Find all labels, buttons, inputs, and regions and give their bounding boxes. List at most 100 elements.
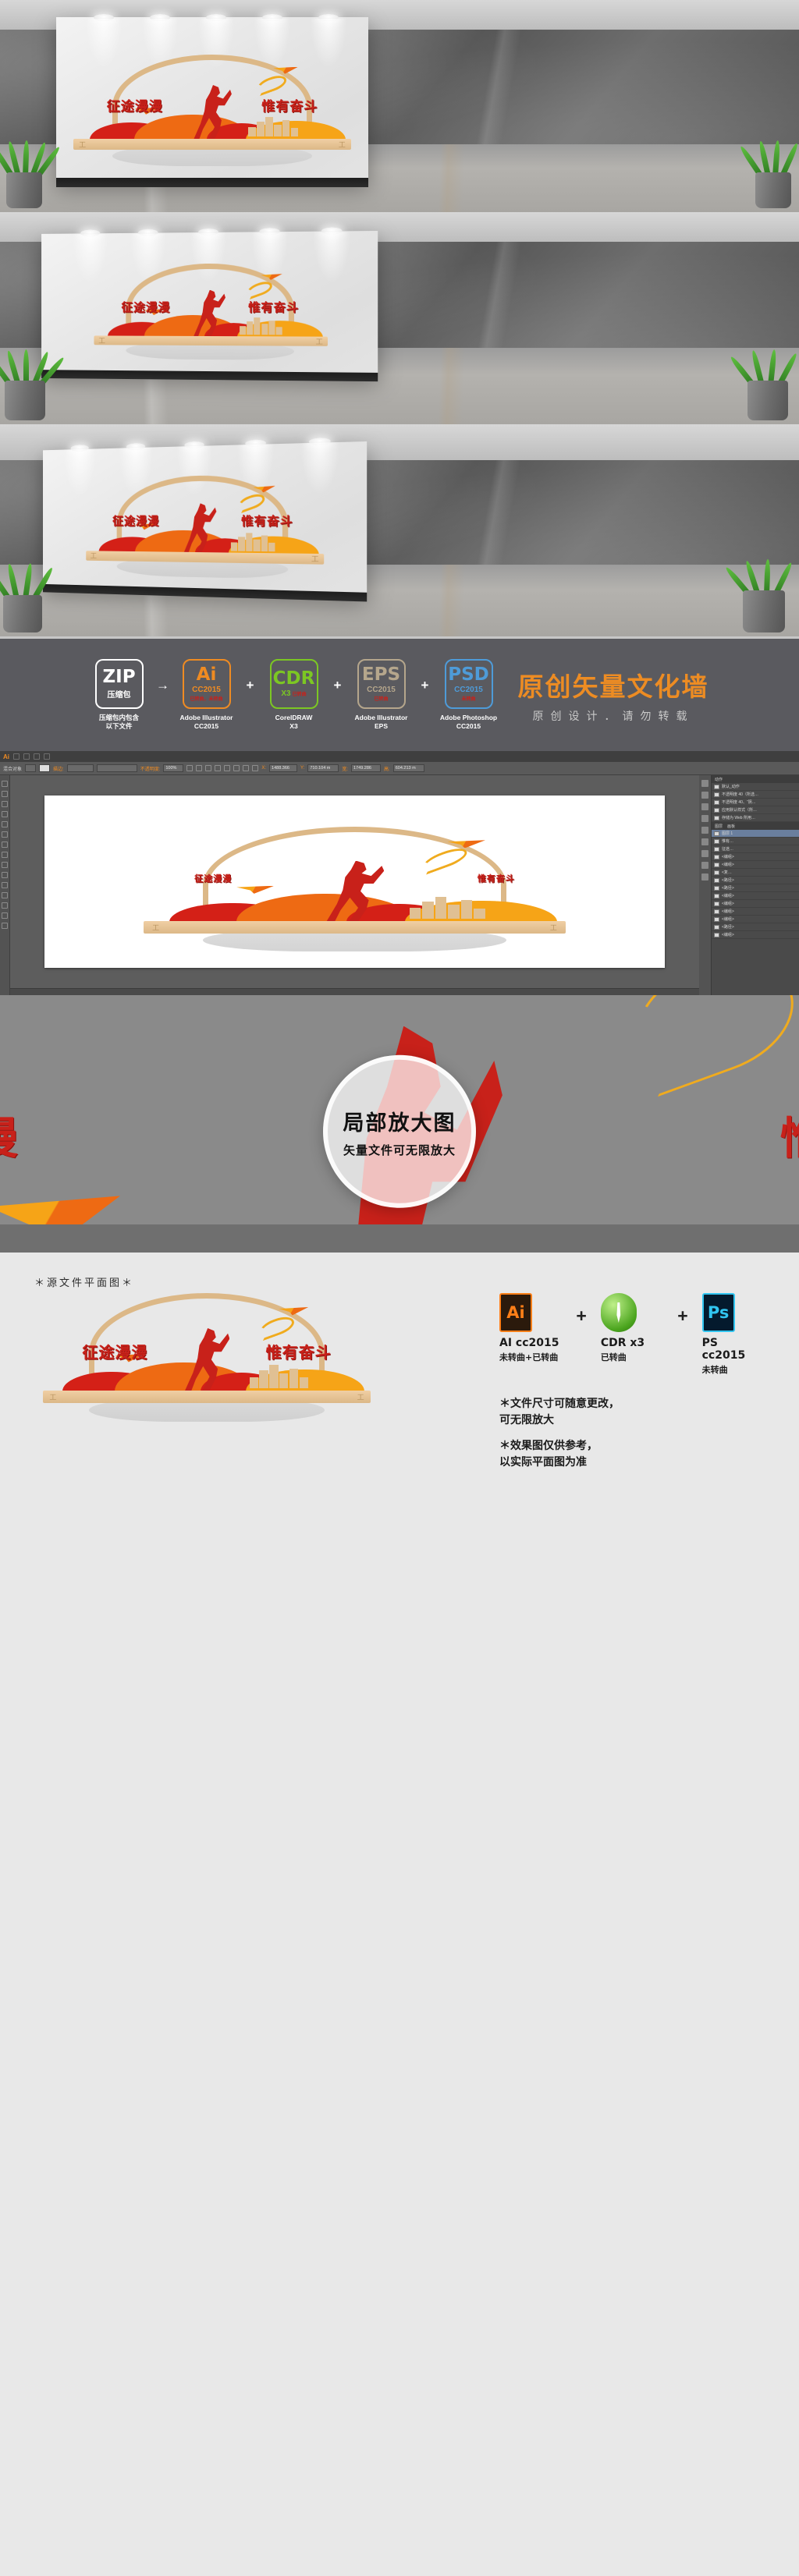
eye-icon[interactable]: [714, 854, 719, 859]
layer-row[interactable]: <编组>: [712, 892, 799, 900]
action-label: 默认_动作: [722, 785, 740, 789]
layer-row[interactable]: <复…: [712, 869, 799, 877]
ai-note: 已转曲，未转曲: [190, 696, 223, 702]
eye-icon[interactable]: [714, 901, 719, 906]
y-field[interactable]: 710.104 m: [307, 764, 339, 772]
check-icon[interactable]: [714, 807, 719, 813]
action-row[interactable]: 默认_动作: [712, 783, 799, 791]
transform-icon[interactable]: [196, 765, 203, 771]
stroke-swatch[interactable]: [39, 764, 51, 772]
slogan: 征途漫漫 惟有奋斗: [82, 1340, 331, 1362]
window-control-icon[interactable]: [23, 753, 30, 760]
layer-row[interactable]: 图层 1: [712, 830, 799, 838]
illustrator-canvas[interactable]: 征途漫漫 惟有奋斗: [10, 775, 699, 988]
layer-row[interactable]: <路径>: [712, 877, 799, 884]
curvature-tool-icon[interactable]: [2, 831, 8, 838]
artboard[interactable]: 征途漫漫 惟有奋斗: [44, 795, 665, 969]
action-row[interactable]: 存储为 Web 所用…: [712, 814, 799, 822]
align-center-icon[interactable]: [215, 765, 222, 771]
graphic-styles-panel-icon[interactable]: [701, 873, 708, 881]
layer-row[interactable]: <编组>: [712, 900, 799, 908]
rotate-tool-icon[interactable]: [2, 902, 8, 909]
symbols-panel-icon[interactable]: [701, 815, 708, 822]
stroke-profile-field[interactable]: [96, 764, 137, 772]
layer-row[interactable]: 惟有…: [712, 838, 799, 845]
pen-tool-icon[interactable]: [2, 821, 8, 827]
appearance-panel-icon[interactable]: [701, 862, 708, 869]
layer-row[interactable]: <编组>: [712, 931, 799, 939]
layer-row[interactable]: <编组>: [712, 853, 799, 861]
arrange-icon[interactable]: [243, 765, 250, 771]
layer-row[interactable]: <编组>: [712, 916, 799, 923]
action-row[interactable]: 不透明度 40、“阴…: [712, 799, 799, 806]
ai-caption-2: CC2015: [194, 722, 219, 730]
rectangle-tool-icon[interactable]: [2, 862, 8, 868]
layer-row[interactable]: 征途…: [712, 845, 799, 853]
layer-row[interactable]: <路径>: [712, 923, 799, 931]
eye-icon[interactable]: [714, 916, 719, 922]
eye-icon[interactable]: [714, 909, 719, 914]
check-icon[interactable]: [714, 815, 719, 820]
width-field[interactable]: 1749.286: [351, 764, 382, 772]
pencil-tool-icon[interactable]: [2, 882, 8, 888]
eye-icon[interactable]: [714, 885, 719, 891]
fill-swatch[interactable]: [25, 764, 37, 772]
stroke-panel-icon[interactable]: [701, 827, 708, 834]
window-control-icon[interactable]: [13, 753, 20, 760]
eye-icon[interactable]: [714, 846, 719, 852]
lasso-tool-icon[interactable]: [2, 811, 8, 817]
type-tool-icon[interactable]: [2, 842, 8, 848]
align-left-icon[interactable]: [205, 765, 212, 771]
stroke-weight-field[interactable]: [66, 764, 94, 772]
format-item-ai: Ai CC2015 已转曲，未转曲 Adobe Illustrator CC20…: [178, 658, 236, 732]
check-icon[interactable]: [714, 784, 719, 789]
psd-abbr: PSD: [448, 664, 489, 685]
eye-icon[interactable]: [714, 877, 719, 883]
magic-wand-tool-icon[interactable]: [2, 801, 8, 807]
eye-icon[interactable]: [714, 870, 719, 875]
tab-artboards[interactable]: 画板: [727, 824, 735, 829]
transparency-panel-icon[interactable]: [701, 850, 708, 857]
group-icon[interactable]: [252, 765, 259, 771]
line-tool-icon[interactable]: [2, 852, 8, 858]
x-field[interactable]: 1488.366: [269, 764, 298, 772]
direct-selection-tool-icon[interactable]: [2, 791, 8, 797]
layer-row[interactable]: <路径>: [712, 884, 799, 892]
zoom-tool-icon[interactable]: [2, 923, 8, 929]
wall-baseboard: [56, 177, 368, 188]
color-panel-icon[interactable]: [701, 780, 708, 787]
eye-icon[interactable]: [714, 924, 719, 930]
ai-caption-1: Adobe Illustrator: [179, 713, 233, 721]
opacity-field[interactable]: 100%: [163, 764, 184, 772]
scale-tool-icon[interactable]: [2, 912, 8, 919]
gradient-panel-icon[interactable]: [701, 838, 708, 845]
check-icon[interactable]: [714, 792, 719, 797]
style-icon[interactable]: [186, 765, 194, 771]
eraser-tool-icon[interactable]: [2, 892, 8, 898]
action-row[interactable]: 应用默认样式（所…: [712, 806, 799, 814]
brushes-panel-icon[interactable]: [701, 803, 708, 810]
eye-icon[interactable]: [714, 893, 719, 898]
layer-row[interactable]: <编组>: [712, 861, 799, 869]
window-control-icon[interactable]: [34, 753, 40, 760]
cdr-note: 已转曲: [292, 692, 307, 697]
layer-label: <编组>: [722, 894, 734, 898]
check-icon[interactable]: [714, 799, 719, 805]
layer-label: <编组>: [722, 909, 734, 914]
tab-layers[interactable]: 图层: [715, 824, 723, 829]
plus-icon: +: [421, 678, 429, 693]
layer-row[interactable]: <编组>: [712, 908, 799, 916]
distribute-icon[interactable]: [233, 765, 240, 771]
eye-icon[interactable]: [714, 831, 719, 836]
eye-icon[interactable]: [714, 838, 719, 844]
selection-tool-icon[interactable]: [2, 781, 8, 787]
action-row[interactable]: 不透明度 40（所选…: [712, 791, 799, 799]
eye-icon[interactable]: [714, 862, 719, 867]
tab-actions[interactable]: 动作: [715, 777, 723, 782]
swatches-panel-icon[interactable]: [701, 792, 708, 799]
eye-icon[interactable]: [714, 932, 719, 937]
window-control-icon[interactable]: [44, 753, 50, 760]
height-field[interactable]: 604.213 m: [392, 764, 424, 772]
paintbrush-tool-icon[interactable]: [2, 872, 8, 878]
align-right-icon[interactable]: [224, 765, 231, 771]
